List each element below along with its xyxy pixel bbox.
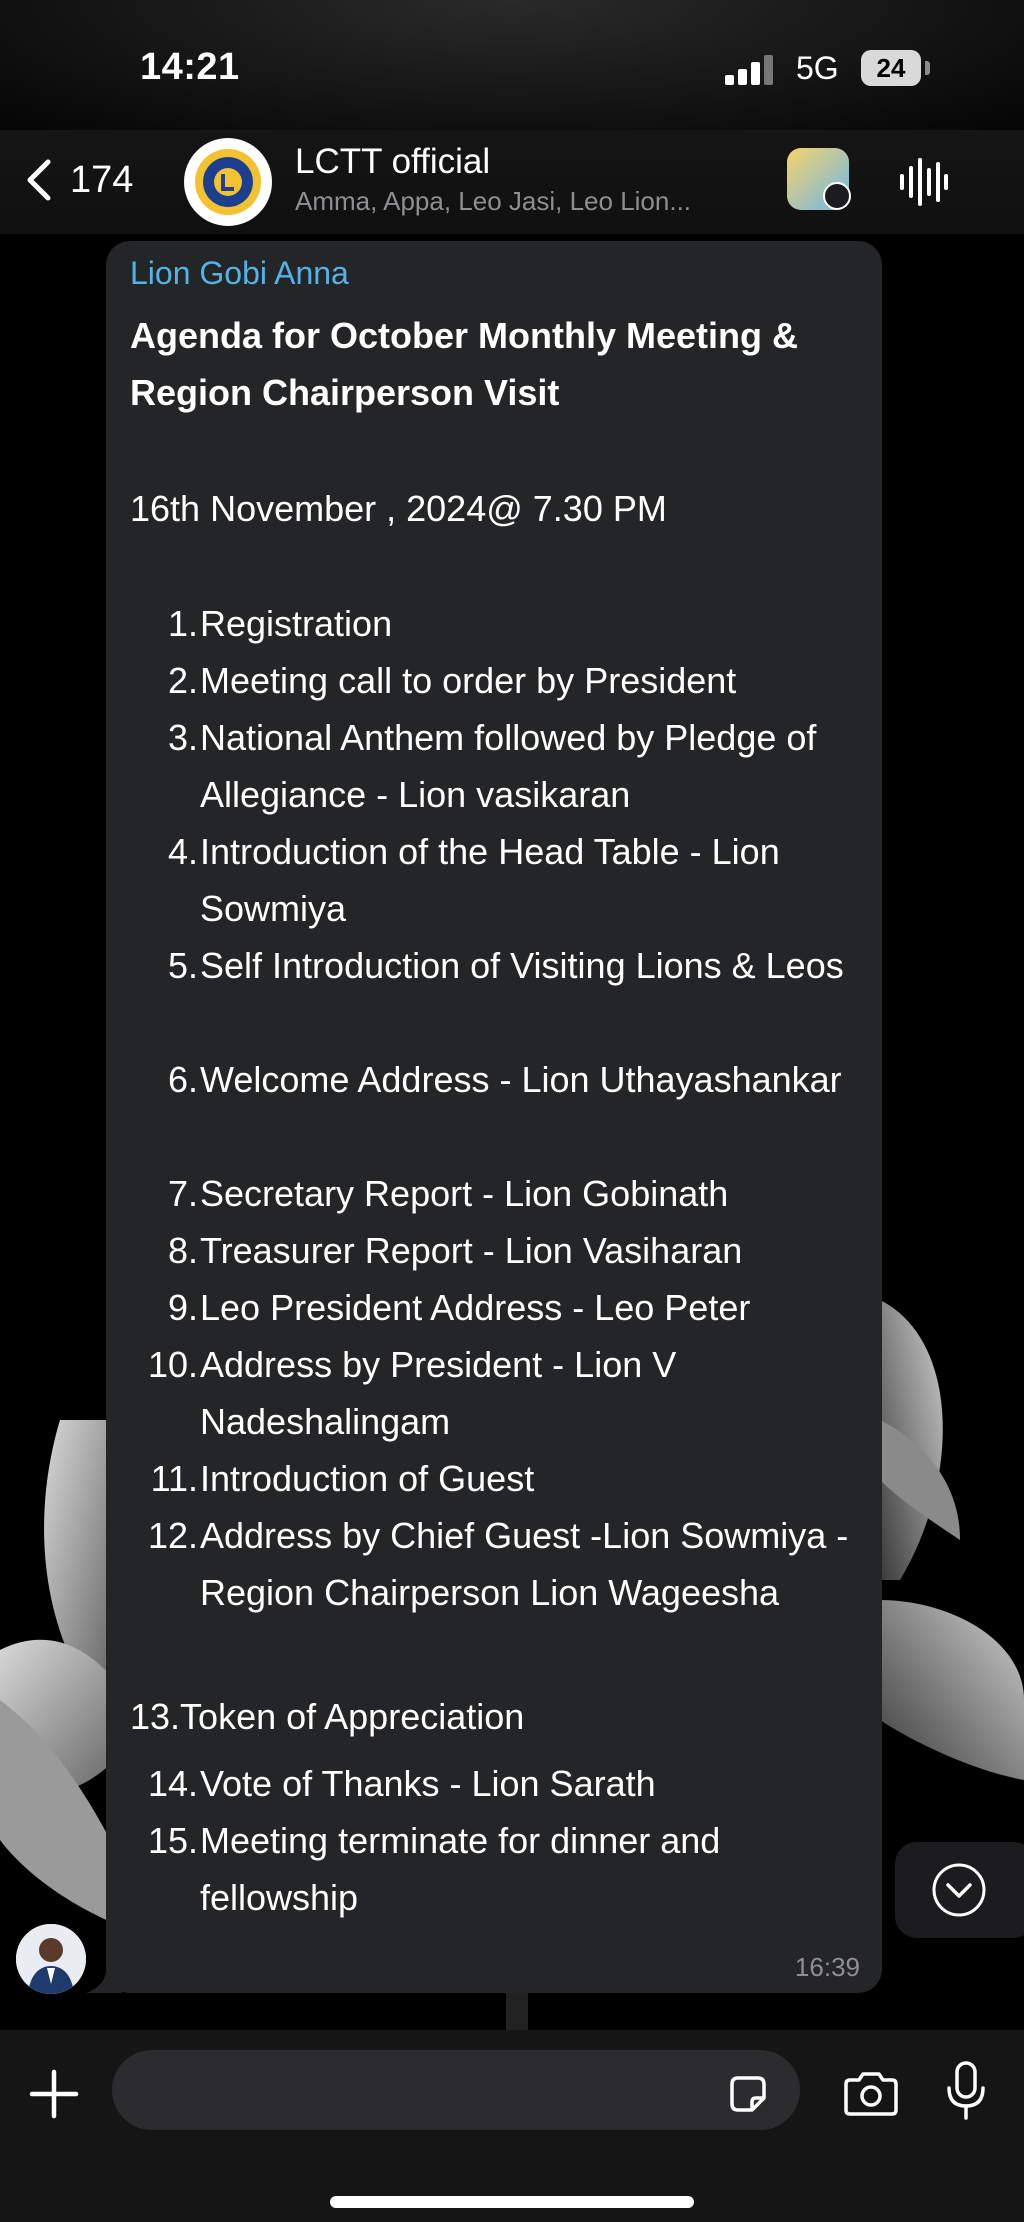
list-item: 5. Self Introduction of Visiting Lions & … <box>167 945 844 986</box>
message-input[interactable] <box>112 2050 800 2130</box>
message-timestamp: 16:39 <box>794 1952 860 1982</box>
message-bubble[interactable]: Lion Gobi Anna Agenda for October Monthl… <box>106 241 882 1993</box>
unread-count: 174 <box>70 158 134 201</box>
chat-header: 174 LCTT official Amma, Appa, Leo Jasi, … <box>0 130 1024 234</box>
battery-tip <box>925 61 930 75</box>
list-item: 2. Meeting call to order by President <box>167 660 737 701</box>
sender-name[interactable]: Lion Gobi Anna <box>130 255 349 292</box>
meeting-date: 16th November , 2024@ 7.30 PM <box>130 488 667 529</box>
plus-icon[interactable] <box>28 2068 80 2120</box>
list-item: 13. Token of Appreciation <box>130 1696 525 1737</box>
microphone-icon[interactable] <box>944 2060 988 2122</box>
list-item: 11. Introduction of Guest <box>150 1458 535 1499</box>
status-bar: 14:21 5G 24 <box>0 0 1024 130</box>
message-input-bar <box>0 2030 1024 2222</box>
battery-icon: 24 <box>861 50 921 86</box>
sticker-icon[interactable] <box>726 2072 770 2116</box>
chevron-left-icon <box>27 159 51 201</box>
sender-avatar[interactable] <box>16 1924 86 1994</box>
list-item: 4. Introduction of the Head Table - Lion … <box>167 831 780 929</box>
list-item: 10. Address by President - Lion V Nadesha… <box>147 1344 677 1442</box>
list-item: 1. Registration <box>167 603 393 644</box>
group-members[interactable]: Amma, Appa, Leo Jasi, Leo Lion... <box>295 186 765 217</box>
lions-club-logo-icon <box>195 149 261 215</box>
home-indicator <box>330 2196 694 2208</box>
scroll-to-bottom-button[interactable] <box>895 1842 1024 1938</box>
list-item: 14. Vote of Thanks - Lion Sarath <box>147 1763 656 1804</box>
list-item: 15. Meeting terminate for dinner and fell… <box>147 1820 721 1918</box>
status-time: 14:21 <box>140 46 240 88</box>
cellular-signal-icon <box>725 55 777 85</box>
chevron-down-circle-icon <box>932 1863 986 1917</box>
group-name[interactable]: LCTT official <box>295 142 490 182</box>
list-item: 7. Secretary Report - Lion Gobinath <box>167 1173 729 1214</box>
list-item: 12. Address by Chief Guest -Lion Sowmiya … <box>147 1515 849 1613</box>
list-item: 3. National Anthem followed by Pledge of … <box>167 717 817 815</box>
list-item: 6. Welcome Address - Lion Uthayashankar <box>167 1059 842 1100</box>
person-photo-icon <box>16 1924 86 1994</box>
call-badge-icon <box>823 182 851 210</box>
list-item: 8. Treasurer Report - Lion Vasiharan <box>167 1230 743 1271</box>
back-button[interactable]: 174 <box>26 150 133 210</box>
network-type: 5G <box>796 50 839 86</box>
message-heading: Agenda for October Monthly Meeting & Reg… <box>130 315 799 413</box>
list-item: 9. Leo President Address - Leo Peter <box>167 1287 751 1328</box>
camera-icon[interactable] <box>842 2070 900 2118</box>
waveform-icon[interactable] <box>898 158 948 206</box>
group-avatar[interactable] <box>184 138 272 226</box>
